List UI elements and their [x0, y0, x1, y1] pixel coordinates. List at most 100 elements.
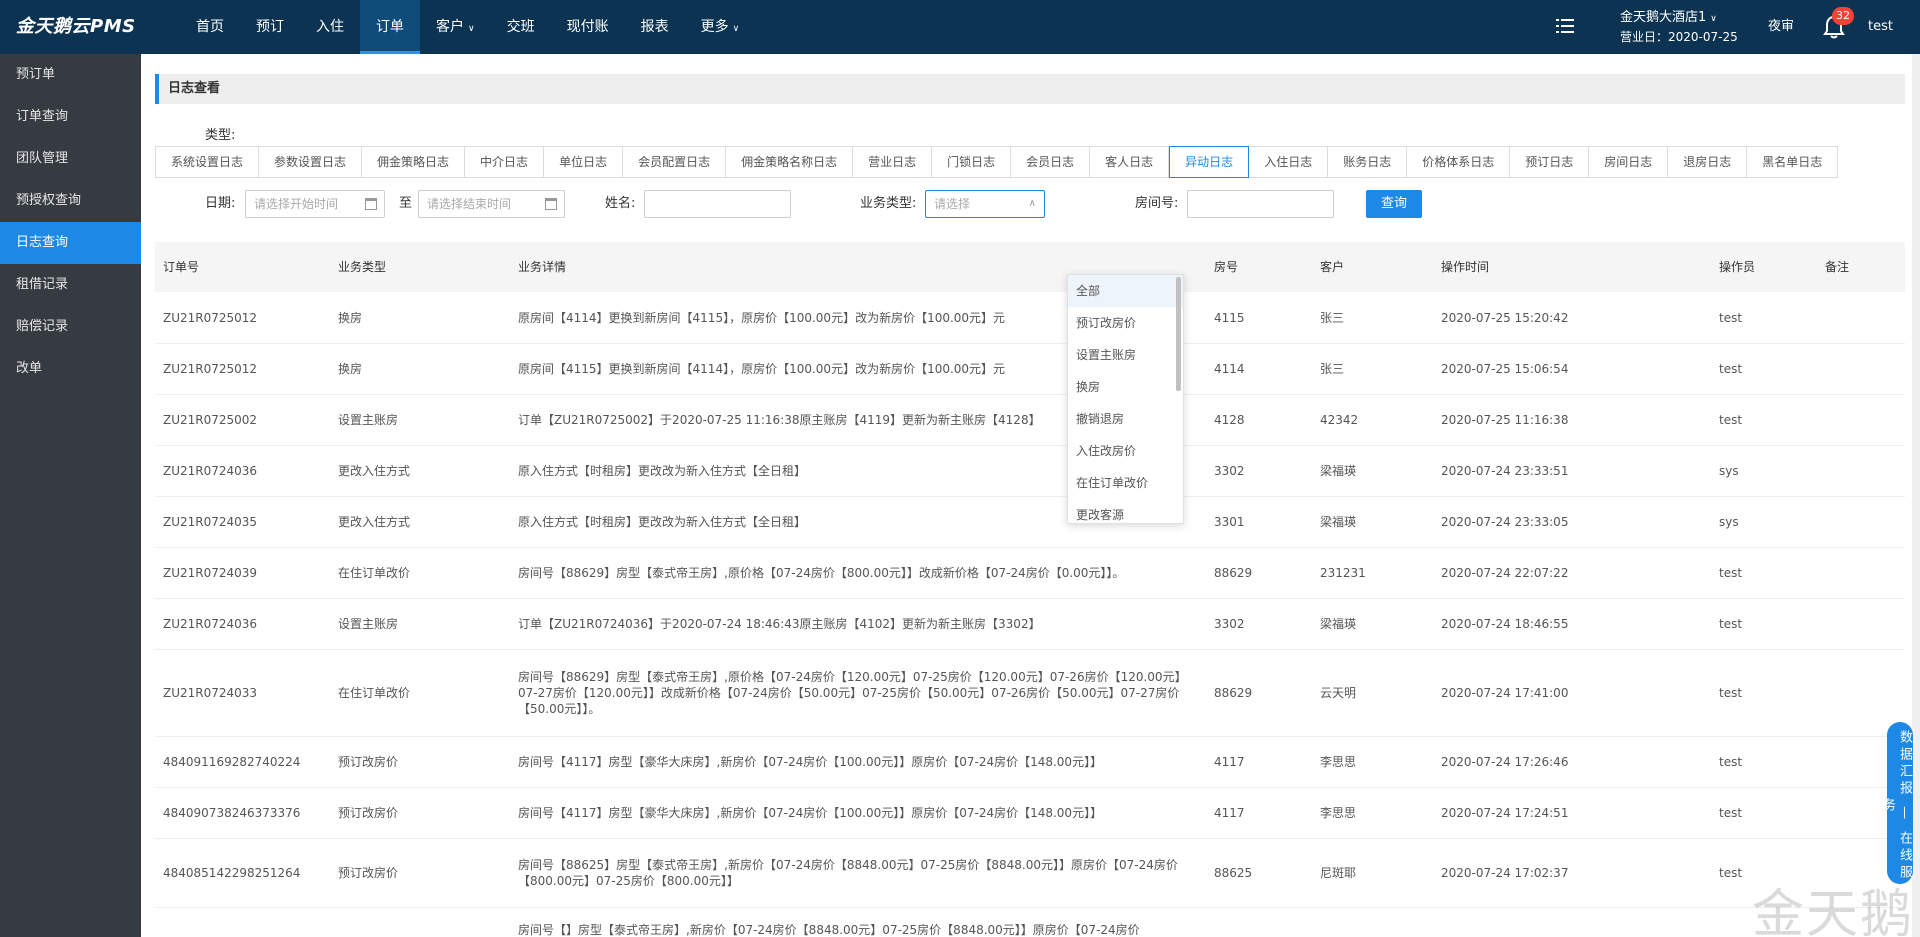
- log-type-tab[interactable]: 佣金策略日志: [362, 147, 466, 177]
- cell-time: 2020-07-24 17:26:46: [1441, 755, 1569, 769]
- table-row[interactable]: ZU21R0724035 更改入住方式 原入住方式【时租房】更改改为新入住方式【全日…: [155, 497, 1905, 548]
- cell-operator: test: [1719, 413, 1743, 427]
- night-audit-button[interactable]: 夜审: [1768, 0, 1794, 54]
- table-row[interactable]: ZU21R0725012 换房 原房间【4115】更换到新房间【4114】，原房价【…: [155, 344, 1905, 395]
- cell-order: ZU21R0725012: [163, 310, 258, 325]
- user-menu[interactable]: test: [1868, 0, 1893, 54]
- query-button[interactable]: 查询: [1366, 190, 1422, 218]
- nav-item[interactable]: 入住: [300, 0, 360, 54]
- main-content: 日志查看 类型: 系统设置日志 参数设置日志 佣金策略日志 中介日志 单位日志 会员配置日…: [141, 54, 1920, 937]
- table-row[interactable]: 484090738246373376 预订改房价 房间号【4117】房型【豪华大床房…: [155, 788, 1905, 839]
- log-type-tab[interactable]: 价格体系日志: [1407, 147, 1511, 177]
- log-type-tab[interactable]: 账务日志: [1328, 147, 1408, 177]
- dropdown-option[interactable]: 全部: [1068, 275, 1183, 307]
- nav-item[interactable]: 首页: [180, 0, 240, 54]
- dropdown-option[interactable]: 更改客源: [1068, 499, 1183, 523]
- nav-item[interactable]: 更多 ∨: [685, 0, 756, 54]
- sidebar-item[interactable]: 订单查询: [0, 96, 141, 138]
- dropdown-option[interactable]: 撤销退房: [1068, 403, 1183, 435]
- nav-item[interactable]: 客户 ∨: [420, 0, 491, 54]
- cell-order: ZU21R0724033: [163, 686, 258, 700]
- log-type-tab[interactable]: 异动日志: [1169, 146, 1250, 178]
- online-service-tab[interactable]: 数据汇报 — 在线服务: [1880, 722, 1913, 884]
- sidebar-item[interactable]: 团队管理: [0, 138, 141, 180]
- nav-item[interactable]: 报表: [625, 0, 685, 54]
- table-row[interactable]: 房间号【】房型【泰式帝王房】,新房价【07-24房价【8848.00元】07-2…: [155, 908, 1905, 937]
- nav-item[interactable]: 预订: [240, 0, 300, 54]
- end-date-input[interactable]: 请选择结束时间: [418, 190, 565, 218]
- cell-detail: 房间号【4117】房型【豪华大床房】,新房价【07-24房价【100.00元】】…: [518, 755, 1103, 769]
- name-input[interactable]: [644, 190, 791, 218]
- log-type-tab[interactable]: 会员配置日志: [623, 147, 727, 177]
- log-type-tab[interactable]: 参数设置日志: [259, 147, 363, 177]
- log-type-tab[interactable]: 入住日志: [1249, 147, 1329, 177]
- table-row[interactable]: ZU21R0724036 设置主账房 订单【ZU21R0724036】于2020-0…: [155, 599, 1905, 650]
- table-header: 订单号 业务类型 业务详情 房号 客户 操作时间 操作员 备注: [155, 242, 1905, 292]
- table-row[interactable]: ZU21R0724033 在住订单改价 房间号【88629】房型【泰式帝王房】,原价…: [155, 650, 1905, 737]
- biz-type-placeholder: 请选择: [934, 197, 971, 211]
- log-type-tab[interactable]: 会员日志: [1011, 147, 1091, 177]
- log-type-tab[interactable]: 客人日志: [1090, 147, 1170, 177]
- cell-type: 设置主账房: [338, 413, 399, 427]
- sidebar-item[interactable]: 预订单: [0, 54, 141, 96]
- biz-type-select[interactable]: 请选择 ∧: [925, 190, 1045, 218]
- log-type-tab[interactable]: 单位日志: [544, 147, 624, 177]
- calendar-icon: [365, 198, 377, 210]
- dropdown-option[interactable]: 设置主账房: [1068, 339, 1183, 371]
- log-type-tabs: 系统设置日志 参数设置日志 佣金策略日志 中介日志 单位日志 会员配置日志 佣金策略名称日志…: [155, 146, 1839, 178]
- log-type-tab[interactable]: 预订日志: [1510, 147, 1590, 177]
- sidebar-item[interactable]: 改单: [0, 348, 141, 390]
- chevron-down-icon: ∨: [732, 24, 740, 34]
- log-type-tab[interactable]: 门锁日志: [932, 147, 1012, 177]
- cell-order: ZU21R0724036: [163, 617, 258, 631]
- cell-customer: 张三: [1320, 310, 1345, 325]
- log-type-tab[interactable]: 营业日志: [853, 147, 933, 177]
- log-type-tab[interactable]: 系统设置日志: [156, 147, 260, 177]
- chevron-down-icon: ∨: [1710, 14, 1717, 24]
- sidebar-item[interactable]: 预授权查询: [0, 180, 141, 222]
- cell-time: 2020-07-24 17:41:00: [1441, 686, 1569, 700]
- sidebar: 预订单 订单查询 团队管理 预授权查询 日志查询 租借记录 赔偿记录 改单: [0, 54, 141, 937]
- cell-room: 88625: [1214, 866, 1253, 880]
- table-row[interactable]: ZU21R0725012 换房 原房间【4114】更换到新房间【4115】，原房价【…: [155, 292, 1905, 344]
- list-icon[interactable]: [1556, 18, 1574, 34]
- nav-item[interactable]: 交班: [491, 0, 551, 54]
- table-row[interactable]: ZU21R0724036 更改入住方式 原入住方式【时租房】更改改为新入住方式【全日…: [155, 446, 1905, 497]
- column-header: 操作时间: [1441, 260, 1490, 274]
- brand-logo[interactable]: 金天鹅云PMS: [16, 0, 136, 54]
- nav-item[interactable]: 订单: [360, 0, 420, 54]
- nav-item-label: 报表: [640, 19, 669, 35]
- date-label: 日期:: [205, 196, 236, 211]
- dropdown-option[interactable]: 入住改房价: [1068, 435, 1183, 467]
- nav-item-label: 首页: [196, 19, 224, 35]
- log-type-tab[interactable]: 退房日志: [1668, 147, 1748, 177]
- log-type-tab[interactable]: 黑名单日志: [1747, 147, 1838, 177]
- cell-order: 484085142298251264: [163, 866, 301, 880]
- log-type-tab[interactable]: 中介日志: [465, 147, 545, 177]
- sidebar-item[interactable]: 日志查询: [0, 222, 141, 264]
- log-type-tab[interactable]: 佣金策略名称日志: [726, 147, 854, 177]
- sidebar-item[interactable]: 赔偿记录: [0, 306, 141, 348]
- table-row[interactable]: ZU21R0725002 设置主账房 订单【ZU21R0725002】于2020-0…: [155, 395, 1905, 446]
- dropdown-option[interactable]: 在住订单改价: [1068, 467, 1183, 499]
- cell-operator: test: [1719, 755, 1743, 769]
- sidebar-item[interactable]: 租借记录: [0, 264, 141, 306]
- dropdown-option[interactable]: 换房: [1068, 371, 1183, 403]
- cell-type: 在住订单改价: [338, 566, 411, 580]
- nav-item[interactable]: 现付账: [551, 0, 625, 54]
- table-row[interactable]: 484091169282740224 预订改房价 房间号【4117】房型【豪华大床房…: [155, 737, 1905, 788]
- cell-operator: test: [1719, 362, 1743, 376]
- top-navbar: 金天鹅云PMS 首页 预订 入住 订单 客户 ∨ 交班 现付账 报表 更多 ∨ 金天鹅大酒店1 ∨ 营…: [0, 0, 1920, 54]
- cell-customer: 李思思: [1320, 755, 1357, 769]
- column-header: 订单号: [163, 260, 200, 274]
- dropdown-scrollbar[interactable]: [1176, 277, 1181, 391]
- cell-operator: test: [1719, 566, 1743, 580]
- page-scrollbar[interactable]: [1912, 54, 1920, 937]
- table-row[interactable]: 484085142298251264 预订改房价 房间号【88625】房型【泰式帝王…: [155, 839, 1905, 908]
- dropdown-option[interactable]: 预订改房价: [1068, 307, 1183, 339]
- hotel-selector[interactable]: 金天鹅大酒店1 ∨ 营业日：2020-07-25: [1620, 9, 1738, 46]
- log-type-tab[interactable]: 房间日志: [1589, 147, 1669, 177]
- table-row[interactable]: ZU21R0724039 在住订单改价 房间号【88629】房型【泰式帝王房】,原价…: [155, 548, 1905, 599]
- start-date-input[interactable]: 请选择开始时间: [245, 190, 385, 218]
- room-input[interactable]: [1187, 190, 1334, 218]
